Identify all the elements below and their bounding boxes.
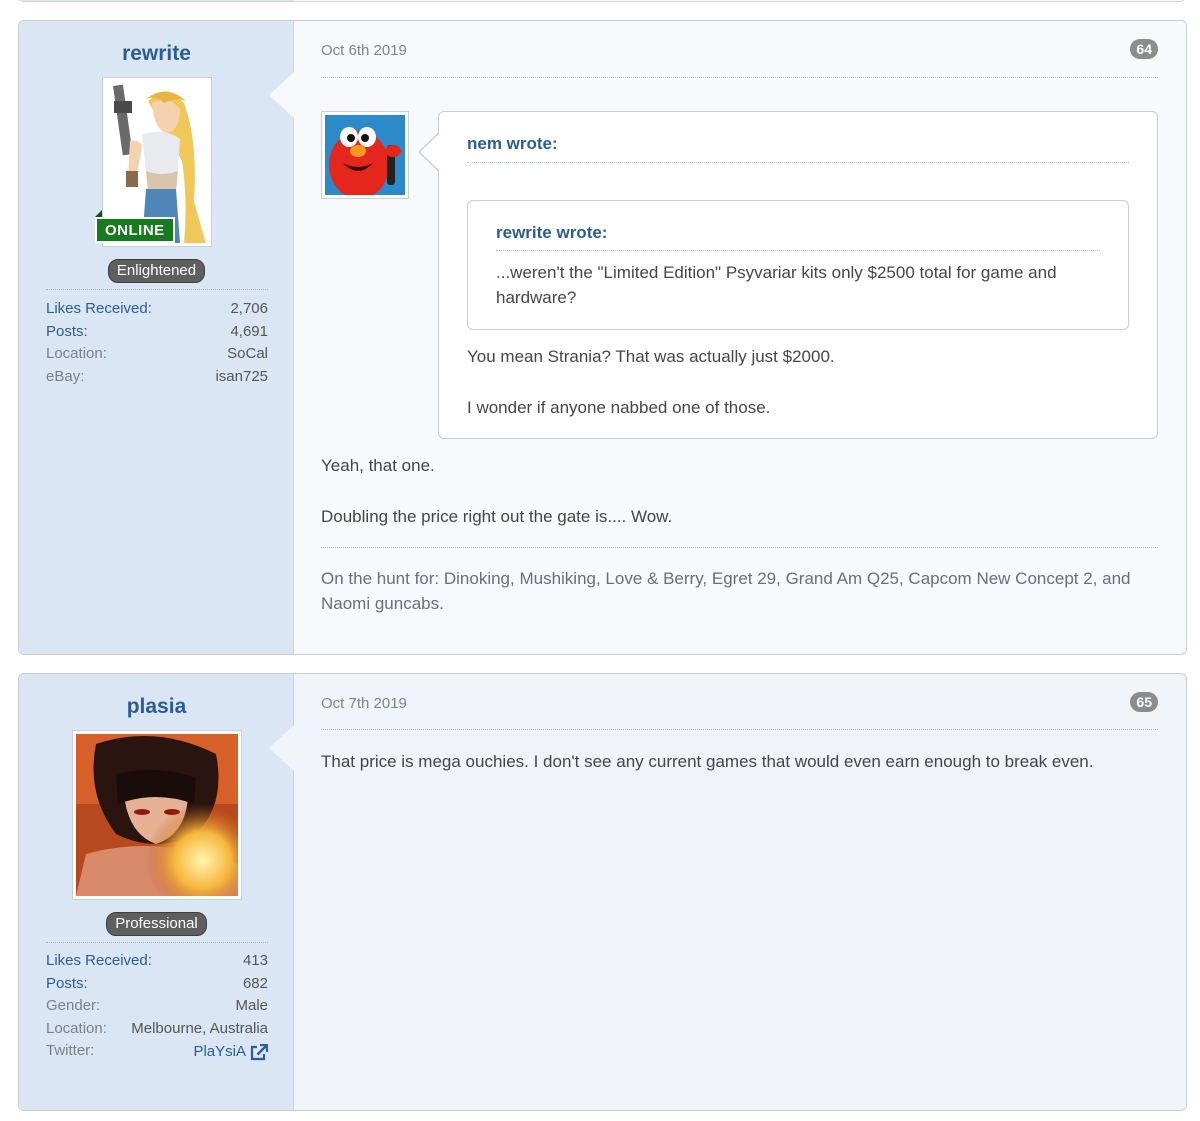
post-body-line: That price is mega ouchies. I don't see … [321, 752, 1094, 771]
online-badge: ONLINE [95, 210, 175, 243]
user-title-label: Professional [106, 912, 207, 936]
post-body-line: Doubling the price right out the gate is… [321, 507, 673, 526]
stat-label: Location: [46, 1019, 107, 1037]
quote-author[interactable]: nem wrote: [467, 134, 558, 154]
signature-divider [321, 547, 1158, 548]
stat-row: Gender: Male [46, 995, 268, 1018]
divider [496, 250, 1100, 251]
quote-text-line: I wonder if anyone nabbed one of those. [467, 398, 771, 417]
stat-value: 413 [242, 952, 268, 969]
divider [46, 289, 268, 290]
user-panel: rewrite ONLINE Enlightened Likes Receive… [19, 21, 294, 654]
avatar-image [76, 734, 238, 896]
stat-value: isan725 [215, 367, 268, 385]
stat-value: Male [235, 997, 268, 1014]
stat-label[interactable]: Likes Received: [46, 950, 152, 973]
stat-label: Twitter: [46, 1042, 95, 1059]
post-pointer [269, 724, 295, 772]
stat-row: Location: Melbourne, Australia [46, 1018, 268, 1041]
stat-label[interactable]: Posts: [46, 973, 88, 996]
post-pointer [269, 71, 295, 119]
stat-row: Twitter: PlaYsiA [46, 1040, 268, 1063]
post-number[interactable]: 65 [1130, 692, 1158, 712]
quote-avatar-image [325, 115, 405, 199]
post-date[interactable]: Oct 7th 2019 [321, 695, 407, 712]
quote-block: nem wrote: rewrite wrote: ...weren't the… [418, 111, 1158, 439]
user-stats: Likes Received: 413 Posts: 682 Gender: Male… [46, 950, 268, 1063]
stat-row: Likes Received: 413 [46, 950, 268, 973]
quote-pointer-fill [420, 133, 440, 171]
post-65: plasia Professional Likes Received: 413 … [18, 673, 1187, 1111]
stat-row: Location: SoCal [46, 343, 268, 366]
stat-row: Posts: 682 [46, 973, 268, 996]
user-panel: plasia Professional Likes Received: 413 … [19, 674, 294, 1110]
post-64: rewrite ONLINE Enlightened Likes Receive… [18, 20, 1187, 655]
stat-label[interactable]: Posts: [46, 321, 88, 344]
stat-label: Gender: [46, 997, 101, 1014]
twitter-handle[interactable]: PlaYsiA [193, 1041, 246, 1064]
user-stats: Likes Received: 2,706 Posts: 4,691 Locatio… [46, 298, 268, 388]
message-content: Oct 7th 2019 65 That price is mega ouchi… [321, 674, 1158, 1110]
divider [46, 942, 268, 943]
avatar[interactable] [72, 730, 242, 900]
stat-row: eBay: isan725 [46, 366, 268, 389]
divider [321, 77, 1158, 78]
stat-value: 4,691 [230, 322, 268, 340]
signature: On the hunt for: Dinoking, Mushiking, Lo… [321, 569, 1131, 613]
twitter-link[interactable]: PlaYsiA [193, 1040, 268, 1063]
external-link-icon[interactable] [250, 1043, 268, 1061]
nested-quote-block: rewrite wrote: ...weren't the "Limited E… [467, 200, 1129, 330]
user-title: Professional [19, 912, 294, 936]
quote-avatar[interactable] [321, 111, 409, 199]
username[interactable]: rewrite [19, 42, 294, 66]
stat-value: 682 [242, 974, 268, 992]
stat-row: Likes Received: 2,706 [46, 298, 268, 321]
post-body-line: Yeah, that one. [321, 456, 435, 475]
message-content: Oct 6th 2019 64 nem wrote: rewrite wrote… [321, 21, 1158, 654]
previous-post-edge [18, 0, 1186, 2]
stat-label: Location: [46, 345, 107, 362]
stat-value: Melbourne, Australia [131, 1019, 268, 1037]
user-title-label: Enlightened [107, 259, 206, 283]
divider [467, 162, 1129, 163]
user-title: Enlightened [19, 259, 294, 283]
quote-text-line: You mean Strania? That was actually just… [467, 347, 835, 366]
divider [321, 729, 1158, 730]
stat-row: Posts: 4,691 [46, 321, 268, 344]
nested-quote-author[interactable]: rewrite wrote: [496, 223, 607, 243]
stat-value: 2,706 [230, 300, 268, 317]
post-number[interactable]: 64 [1130, 39, 1158, 59]
nested-quote-text: ...weren't the "Limited Edition" Psyvari… [496, 263, 1057, 307]
stat-label[interactable]: Likes Received: [46, 298, 152, 321]
post-date[interactable]: Oct 6th 2019 [321, 42, 407, 59]
username[interactable]: plasia [19, 695, 294, 719]
stat-value: SoCal [227, 345, 268, 362]
stat-label: eBay: [46, 367, 85, 385]
